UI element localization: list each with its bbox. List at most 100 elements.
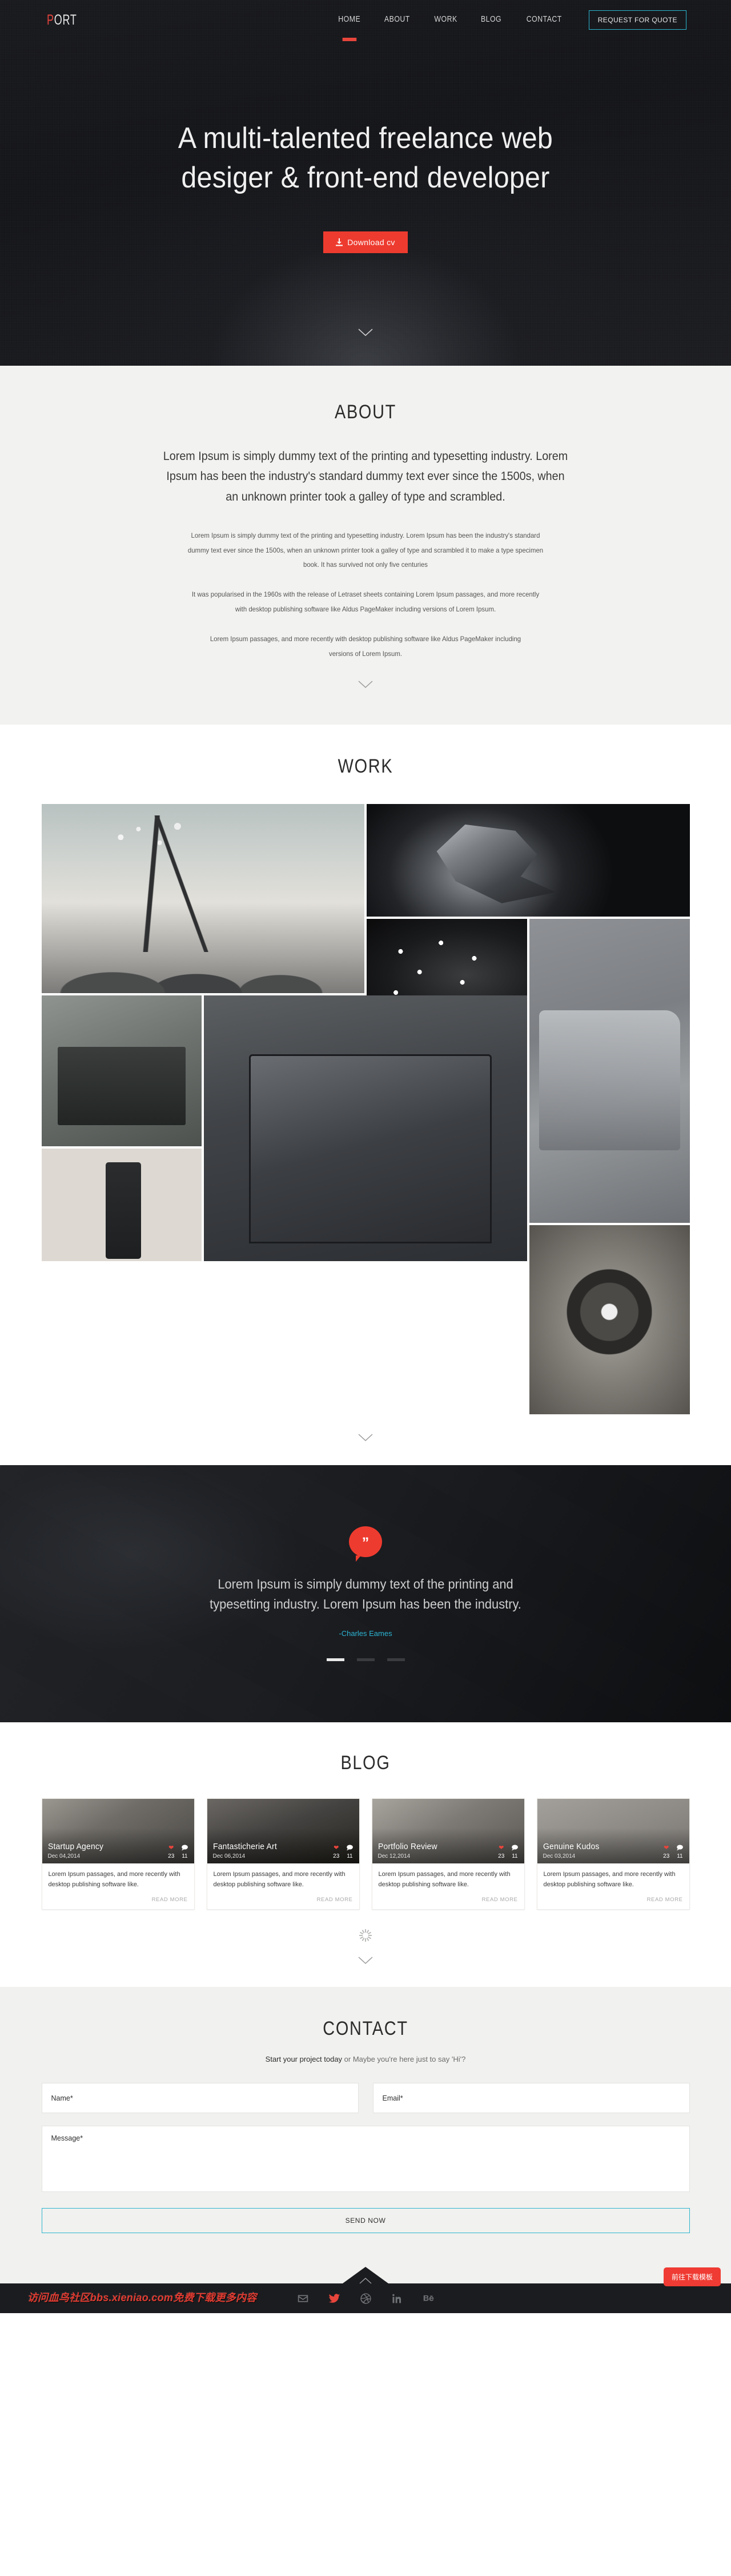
blog-post-title: Genuine Kudos: [543, 1841, 600, 1851]
blog-post-date: Dec 12,2014: [377, 1853, 411, 1860]
chevron-down-icon: [358, 681, 373, 689]
blog-read-more-link[interactable]: READ MORE: [482, 1897, 518, 1903]
blog-comment-stat: 🗩 11: [511, 1845, 519, 1860]
name-input[interactable]: [51, 2094, 349, 2102]
contact-subtitle-strong: Start your project today: [265, 2055, 343, 2063]
hero-scroll-down[interactable]: [358, 329, 373, 339]
blog-comment-count: 11: [677, 1853, 683, 1860]
blog-like-count: 23: [333, 1853, 340, 1860]
blog-like-stat: ❤ 23: [663, 1845, 670, 1860]
contact-form: SEND NOW: [41, 2083, 690, 2233]
email-input[interactable]: [382, 2094, 680, 2102]
blog-thumb-meta: Fantasticherie Art Dec 06,2014 ❤ 23 🗩 11: [213, 1842, 354, 1860]
about-title: ABOUT: [334, 401, 397, 423]
slider-dot-2[interactable]: [356, 1658, 375, 1662]
blog-card[interactable]: Startup Agency Dec 04,2014 ❤ 23 🗩 11 Lor…: [41, 1798, 195, 1910]
about-paragraph-1: Lorem Ipsum is simply dummy text of the …: [187, 531, 544, 569]
comment-icon: 🗩: [181, 1845, 188, 1852]
linkedin-icon: [392, 2294, 401, 2303]
about-paragraph-3: Lorem Ipsum passages, and more recently …: [210, 634, 521, 658]
blog-post-date: Dec 03,2014: [543, 1853, 576, 1860]
blog-scroll-down[interactable]: [358, 1957, 373, 1987]
blog-post-date: Dec 04,2014: [47, 1853, 81, 1860]
heart-icon: ❤: [334, 1845, 339, 1852]
back-to-top-button[interactable]: [359, 2277, 372, 2287]
blog-card[interactable]: Fantasticherie Art Dec 06,2014 ❤ 23 🗩 11: [206, 1798, 360, 1910]
site-logo[interactable]: PORT: [47, 12, 77, 29]
blog-read-more-link[interactable]: READ MORE: [152, 1897, 188, 1903]
blog-thumbnail: Startup Agency Dec 04,2014 ❤ 23 🗩 11: [42, 1799, 194, 1864]
page-root: PORT HOME ABOUT WORK BLOG CONTACT REQUES…: [0, 0, 731, 2313]
download-cv-button[interactable]: Download cv: [323, 231, 408, 254]
blog-read-more-link[interactable]: READ MORE: [317, 1897, 353, 1903]
blog-card[interactable]: Portfolio Review Dec 12,2014 ❤ 23 🗩 11 L…: [371, 1798, 525, 1910]
blog-card-footer: READ MORE: [372, 1890, 524, 1909]
comment-icon: 🗩: [346, 1845, 354, 1852]
envelope-icon: [298, 2294, 308, 2302]
download-template-button[interactable]: 前往下载模板: [663, 2267, 721, 2286]
slider-dot-3[interactable]: [387, 1658, 405, 1662]
testimonial-author: -Charles Eames: [339, 1629, 392, 1638]
blog-comment-stat: 🗩 11: [181, 1845, 188, 1860]
blog-card[interactable]: Genuine Kudos Dec 03,2014 ❤ 23 🗩 11 Lore…: [536, 1798, 690, 1910]
blog-like-stat: ❤ 23: [168, 1845, 175, 1860]
nav-item-contact[interactable]: CONTACT: [527, 14, 562, 26]
nav-item-blog[interactable]: BLOG: [481, 14, 501, 26]
blog-stats: ❤ 23 🗩 11: [333, 1845, 354, 1860]
work-tile-discovery-channel-africa[interactable]: [41, 995, 202, 1147]
request-quote-button[interactable]: REQUEST FOR QUOTE: [588, 10, 686, 30]
hero-body: A multi-talented freelance web desiger &…: [0, 40, 731, 254]
work-tile-bird-sculpture[interactable]: [367, 804, 690, 917]
work-tile-book-a-whole-home[interactable]: [204, 995, 527, 1262]
blog-comment-stat: 🗩 11: [676, 1845, 684, 1860]
work-tile-world-of-warcraft[interactable]: [529, 1225, 690, 1415]
download-icon: [336, 238, 343, 246]
quote-bubble-icon: ”: [349, 1526, 382, 1562]
social-link-envelope[interactable]: [297, 2293, 309, 2305]
contact-subtitle-rest: or Maybe you're here just to say 'Hi'?: [342, 2055, 466, 2063]
blog-thumbnail: Genuine Kudos Dec 03,2014 ❤ 23 🗩 11: [537, 1799, 689, 1864]
message-textarea[interactable]: [51, 2134, 680, 2183]
work-title: WORK: [338, 755, 393, 778]
blog-like-count: 23: [168, 1853, 175, 1860]
blog-grid: Startup Agency Dec 04,2014 ❤ 23 🗩 11 Lor…: [41, 1798, 690, 1910]
blog-read-more-link[interactable]: READ MORE: [647, 1897, 683, 1903]
work-tile-google-calendar-phone[interactable]: [41, 1149, 202, 1262]
hero-section: PORT HOME ABOUT WORK BLOG CONTACT REQUES…: [0, 0, 731, 366]
send-now-button[interactable]: SEND NOW: [41, 2208, 690, 2233]
footer-social-links: [297, 2293, 435, 2305]
behance-icon: [423, 2295, 433, 2301]
dribbble-icon: [360, 2293, 371, 2304]
social-link-dribbble[interactable]: [360, 2293, 372, 2305]
blog-thumb-meta: Startup Agency Dec 04,2014 ❤ 23 🗩 11: [47, 1842, 188, 1860]
social-link-twitter[interactable]: [328, 2293, 340, 2305]
nav-item-about[interactable]: ABOUT: [384, 14, 410, 26]
blog-thumbnail: Portfolio Review Dec 12,2014 ❤ 23 🗩 11: [372, 1799, 524, 1864]
about-scroll-down[interactable]: [358, 681, 373, 691]
social-link-linkedin[interactable]: [391, 2293, 403, 2305]
blog-thumb-meta: Portfolio Review Dec 12,2014 ❤ 23 🗩 11: [377, 1841, 519, 1860]
blog-post-excerpt: Lorem Ipsum passages, and more recently …: [213, 1871, 346, 1889]
slider-dot-1[interactable]: [326, 1658, 344, 1662]
comment-icon: 🗩: [676, 1845, 684, 1852]
blog-stats: ❤ 23 🗩 11: [498, 1845, 519, 1860]
blog-post-excerpt: Lorem Ipsum passages, and more recently …: [48, 1871, 180, 1889]
nav-item-home[interactable]: HOME: [338, 14, 360, 26]
work-scroll-down[interactable]: [358, 1434, 373, 1445]
contact-section: CONTACT Start your project today or Mayb…: [0, 1987, 731, 2283]
blog-comment-count: 11: [347, 1853, 353, 1860]
chevron-down-icon: [358, 329, 373, 337]
work-tile-illustration-landscape[interactable]: [41, 804, 364, 994]
blog-like-count: 23: [663, 1853, 670, 1860]
blog-card-footer: READ MORE: [537, 1890, 689, 1909]
nav-item-work[interactable]: WORK: [434, 14, 457, 26]
blog-post-title: Portfolio Review: [377, 1841, 437, 1851]
blog-comment-stat: 🗩 11: [346, 1845, 354, 1860]
testimonial-slider-dots: [326, 1658, 405, 1662]
work-tile-car-transport[interactable]: [529, 919, 690, 1223]
comment-icon: 🗩: [511, 1845, 519, 1852]
blog-like-stat: ❤ 23: [333, 1845, 340, 1860]
twitter-icon: [328, 2293, 340, 2303]
social-link-behance[interactable]: [423, 2293, 435, 2305]
testimonial-section: ” Lorem Ipsum is simply dummy text of th…: [0, 1465, 731, 1723]
